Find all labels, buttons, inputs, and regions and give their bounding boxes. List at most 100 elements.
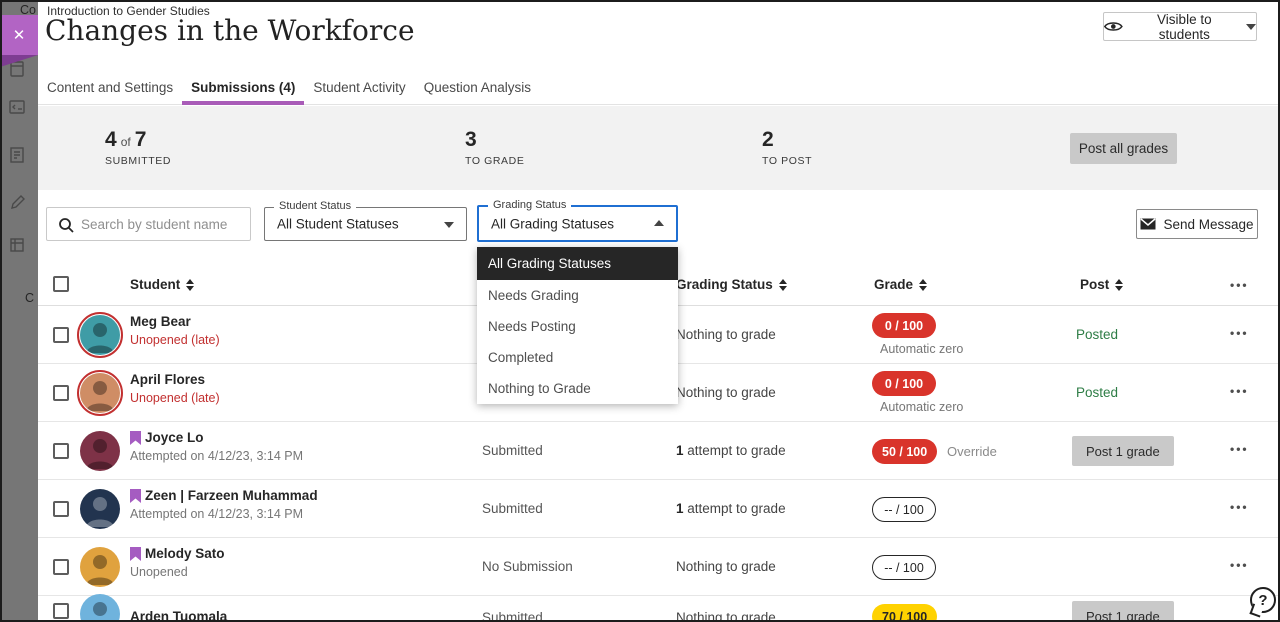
post-grade-button[interactable]: Post 1 grade: [1072, 601, 1174, 622]
dropdown-option-needs-posting[interactable]: Needs Posting: [477, 311, 678, 342]
student-name[interactable]: Meg Bear: [130, 314, 191, 329]
submission-status-cell: Submitted: [482, 501, 543, 516]
student-name[interactable]: Arden Tuomala: [130, 609, 227, 622]
student-header-label: Student: [130, 277, 180, 292]
search-box: [46, 207, 251, 241]
grading-status-cell: Nothing to grade: [676, 610, 776, 622]
avatar: [77, 312, 123, 358]
search-input[interactable]: [47, 208, 250, 240]
row-menu-button[interactable]: •••: [1230, 442, 1249, 456]
post-header-label: Post: [1080, 277, 1109, 292]
visibility-button[interactable]: Visible to students: [1103, 12, 1257, 41]
grading-status-dropdown: All Grading Statuses Needs Grading Needs…: [477, 247, 678, 404]
avatar: [77, 370, 123, 416]
code-block-icon: [8, 98, 26, 116]
row-menu-button[interactable]: •••: [1230, 558, 1249, 572]
student-status-line: Unopened (late): [130, 333, 220, 347]
background-page-bottom-text: C: [25, 291, 34, 305]
grading-status-header-label: Grading Status: [676, 277, 773, 292]
dropdown-option-completed[interactable]: Completed: [477, 342, 678, 373]
submitted-total: 7: [135, 128, 147, 152]
tab-submissions[interactable]: Submissions (4): [182, 70, 304, 104]
student-name[interactable]: April Flores: [130, 372, 205, 387]
post-all-grades-button[interactable]: Post all grades: [1070, 133, 1177, 164]
help-button[interactable]: ?: [1250, 587, 1276, 613]
screen: Co C ✕ Introduction to Gender Studies Ch…: [0, 0, 1280, 622]
bookmark-icon: [130, 431, 141, 445]
row-checkbox[interactable]: [53, 443, 69, 459]
student-name[interactable]: Joyce Lo: [145, 430, 204, 445]
chevron-up-icon: [654, 220, 664, 226]
table-row: Melody Sato Unopened No Submission Nothi…: [38, 538, 1278, 596]
grade-pill[interactable]: 0 / 100: [872, 313, 936, 338]
dropdown-option-nothing-to-grade[interactable]: Nothing to Grade: [477, 373, 678, 404]
help-icon: ?: [1258, 592, 1267, 609]
to-post-label: TO POST: [762, 155, 812, 167]
chevron-down-icon: [444, 222, 454, 228]
tab-student-activity[interactable]: Student Activity: [304, 70, 414, 104]
sort-icon: [919, 279, 927, 291]
person-silhouette-icon: [80, 373, 120, 413]
tab-content-and-settings[interactable]: Content and Settings: [38, 70, 182, 104]
student-name[interactable]: Zeen | Farzeen Muhammad: [145, 488, 318, 503]
post-grade-button[interactable]: Post 1 grade: [1072, 436, 1174, 466]
tab-question-analysis[interactable]: Question Analysis: [415, 70, 540, 104]
dropdown-option-needs-grading[interactable]: Needs Grading: [477, 280, 678, 311]
student-status-line: Unopened: [130, 565, 188, 579]
grade-pill[interactable]: 70 / 100: [872, 604, 937, 622]
column-header-post[interactable]: Post: [1080, 277, 1123, 292]
row-checkbox[interactable]: [53, 327, 69, 343]
grading-status-select[interactable]: Grading Status All Grading Statuses: [477, 205, 678, 242]
attempts-count: 1: [676, 501, 684, 516]
column-header-grade[interactable]: Grade: [874, 277, 927, 292]
send-message-button[interactable]: Send Message: [1136, 209, 1258, 239]
student-status-line: Unopened (late): [130, 391, 220, 405]
grade-pill[interactable]: 0 / 100: [872, 371, 936, 396]
close-panel-button[interactable]: ✕: [0, 15, 38, 55]
row-checkbox[interactable]: [53, 559, 69, 575]
page-title: Changes in the Workforce: [45, 14, 415, 47]
posted-status: Posted: [1076, 327, 1118, 342]
column-header-student[interactable]: Student: [130, 277, 194, 292]
select-all-checkbox[interactable]: [53, 276, 69, 292]
person-silhouette-icon: [80, 315, 120, 355]
student-status-select[interactable]: Student Status All Student Statuses: [264, 207, 467, 241]
background-page-strip: Co C: [0, 0, 38, 622]
avatar: [80, 431, 120, 471]
submitted-count: 4: [105, 128, 117, 152]
grading-status-cell: Nothing to grade: [676, 385, 776, 400]
submission-status-cell: No Submission: [482, 559, 573, 574]
student-name[interactable]: Melody Sato: [145, 546, 225, 561]
student-status-value: All Student Statuses: [277, 217, 399, 232]
avatar: [80, 547, 120, 587]
person-silhouette-icon: [80, 431, 120, 471]
column-header-grading-status[interactable]: Grading Status: [676, 277, 787, 292]
grading-status-cell: Nothing to grade: [676, 559, 776, 574]
grade-pill[interactable]: 50 / 100: [872, 439, 937, 464]
table-row: Joyce Lo Attempted on 4/12/23, 3:14 PM S…: [38, 422, 1278, 480]
stat-to-post: 2 TO POST: [762, 128, 812, 167]
gradebook-icon: [8, 236, 26, 254]
row-menu-button[interactable]: •••: [1230, 326, 1249, 340]
eye-icon: [1104, 20, 1123, 33]
submitted-label: SUBMITTED: [105, 155, 171, 167]
stat-submitted: 4 of 7 SUBMITTED: [105, 128, 171, 167]
avatar: [80, 594, 120, 622]
row-menu-button[interactable]: •••: [1230, 500, 1249, 514]
sort-icon: [186, 279, 194, 291]
row-menu-button[interactable]: •••: [1230, 384, 1249, 398]
row-checkbox[interactable]: [53, 385, 69, 401]
grade-pill[interactable]: -- / 100: [872, 497, 936, 522]
table-menu-button[interactable]: •••: [1230, 278, 1249, 292]
stats-band: 4 of 7 SUBMITTED 3 TO GRADE 2 TO POST Po…: [38, 106, 1278, 190]
chevron-down-icon: [1246, 24, 1256, 30]
to-grade-count: 3: [465, 128, 477, 152]
dropdown-option-all-grading-statuses[interactable]: All Grading Statuses: [477, 247, 678, 280]
grade-pill[interactable]: -- / 100: [872, 555, 936, 580]
table-row: Arden Tuomala Submitted Nothing to grade…: [38, 596, 1278, 622]
grade-header-label: Grade: [874, 277, 913, 292]
row-checkbox[interactable]: [53, 603, 69, 619]
close-icon: ✕: [13, 26, 26, 44]
grading-status-cell: 1 attempt to grade: [676, 501, 786, 516]
row-checkbox[interactable]: [53, 501, 69, 517]
